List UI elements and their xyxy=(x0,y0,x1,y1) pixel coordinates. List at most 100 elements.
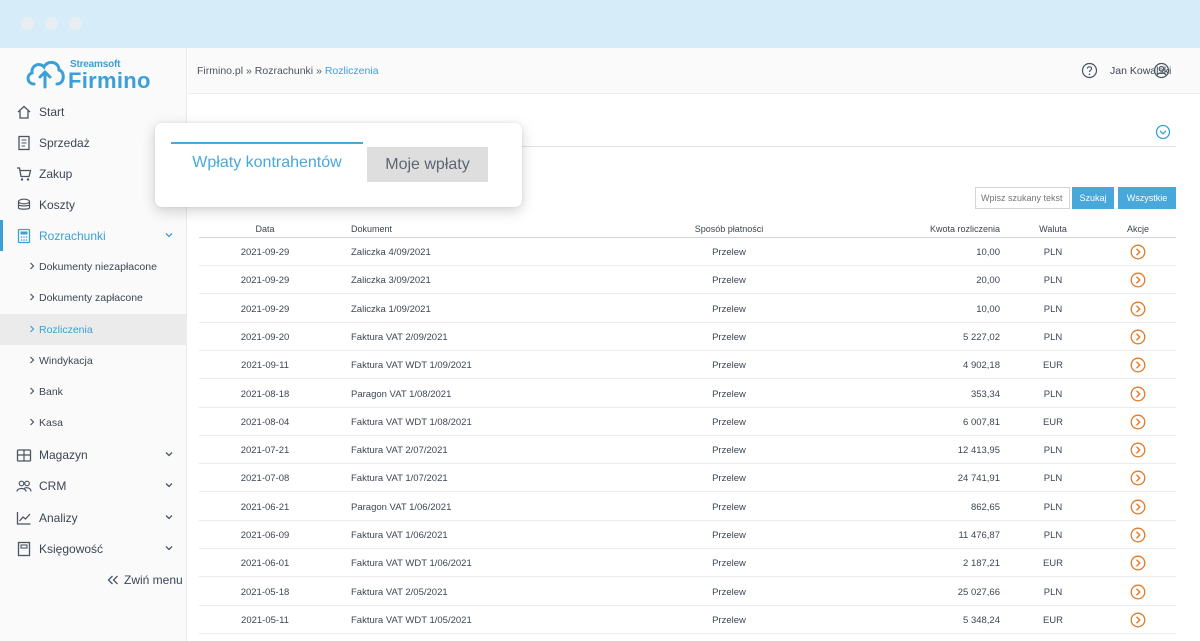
chevron-down-icon[interactable] xyxy=(164,230,174,240)
table-row[interactable]: 2021-09-11 Faktura VAT WDT 1/09/2021 Przel… xyxy=(199,351,1176,380)
chevron-down-icon[interactable] xyxy=(164,543,174,553)
help-icon[interactable] xyxy=(1081,62,1098,79)
logo[interactable]: Streamsoft Firmino xyxy=(24,54,174,94)
table-row[interactable]: 2021-06-09 Faktura VAT 1/06/2021 Przelew 11… xyxy=(199,521,1176,549)
window-titlebar xyxy=(0,0,1200,48)
chevron-down-icon[interactable] xyxy=(164,449,174,459)
cell-amount: 25 027,66 xyxy=(957,586,1000,598)
sidebar-item-magazyn[interactable]: Magazyn xyxy=(0,439,187,470)
table-row[interactable]: 2021-07-21 Faktura VAT 2/07/2021 Przelew 12… xyxy=(199,436,1176,465)
table-header: Data Dokument Sposób płatności Kwota roz… xyxy=(199,220,1176,238)
row-action-arrow-icon[interactable] xyxy=(1130,301,1146,317)
sidebar-subitem-bank[interactable]: Bank xyxy=(0,376,187,407)
tab-moje-wplaty[interactable]: Moje wpłaty xyxy=(367,147,488,182)
row-action-arrow-icon[interactable] xyxy=(1130,442,1146,458)
row-action-arrow-icon[interactable] xyxy=(1130,470,1146,486)
cell-payment: Przelew xyxy=(712,360,746,372)
table-row[interactable]: 2021-09-29 Zaliczka 1/09/2021 Przelew 10,00… xyxy=(199,295,1176,323)
chevron-down-icon[interactable] xyxy=(164,512,174,522)
chevron-right-icon xyxy=(30,356,35,364)
cell-amount: 862,65 xyxy=(970,501,1000,513)
breadcrumb-link-rozrachunki[interactable]: Rozrachunki xyxy=(255,65,313,77)
cell-payment: Przelew xyxy=(712,416,746,428)
row-action-arrow-icon[interactable] xyxy=(1130,499,1146,515)
row-action-arrow-icon[interactable] xyxy=(1130,357,1146,373)
row-action-arrow-icon[interactable] xyxy=(1130,414,1146,430)
column-header-amount[interactable]: Kwota rozliczenia xyxy=(899,224,1000,234)
window-close-dot[interactable] xyxy=(21,17,34,30)
sidebar-item-label: Księgowość xyxy=(39,542,104,556)
cell-date: 2021-06-01 xyxy=(240,558,290,570)
table-row[interactable]: 2021-09-29 Zaliczka 3/09/2021 Przelew 20,00… xyxy=(199,266,1176,295)
row-action-arrow-icon[interactable] xyxy=(1130,244,1146,260)
column-header-currency[interactable]: Waluta xyxy=(1029,224,1077,234)
row-action-arrow-icon[interactable] xyxy=(1130,584,1146,600)
sidebar-item-crm[interactable]: CRM xyxy=(0,470,187,501)
cell-document: Paragon VAT 1/08/2021 xyxy=(351,388,452,400)
cell-amount: 10,00 xyxy=(976,303,1000,315)
cell-date: 2021-09-11 xyxy=(241,360,289,372)
cell-date: 2021-05-11 xyxy=(241,614,289,626)
table-row[interactable]: 2021-06-01 Faktura VAT WDT 1/06/2021 Przel… xyxy=(199,549,1176,578)
collapse-menu-button[interactable]: Zwiń menu xyxy=(106,573,183,587)
cell-currency: PLN xyxy=(1043,388,1063,400)
cell-payment: Przelew xyxy=(712,388,746,400)
cell-payment: Przelew xyxy=(712,303,746,315)
table-row[interactable]: 2021-09-20 Faktura VAT 2/09/2021 Przelew 5 … xyxy=(199,323,1176,351)
window-minimize-dot[interactable] xyxy=(45,17,58,30)
search-button[interactable]: Szukaj xyxy=(1072,187,1114,209)
cell-document: Faktura VAT 2/05/2021 xyxy=(351,586,448,598)
column-header-document[interactable]: Dokument xyxy=(351,224,392,234)
cell-payment: Przelew xyxy=(712,530,746,541)
sidebar-subitem-dokumenty-zaplacone[interactable]: Dokumenty zapłacone xyxy=(0,282,187,313)
row-action-arrow-icon[interactable] xyxy=(1130,555,1146,571)
table-row[interactable]: 2021-06-21 Paragon VAT 1/06/2021 Przelew 86… xyxy=(199,493,1176,521)
warehouse-icon xyxy=(16,449,32,462)
table-row[interactable]: 2021-08-18 Paragon VAT 1/08/2021 Przelew 35… xyxy=(199,380,1176,408)
cell-document: Faktura VAT 2/07/2021 xyxy=(351,445,448,457)
table-row[interactable]: 2021-09-29 Zaliczka 4/09/2021 Przelew 10,00… xyxy=(199,238,1176,266)
show-all-button[interactable]: Wszystkie xyxy=(1118,187,1176,209)
table-row[interactable]: 2021-05-11 Faktura VAT WDT 1/05/2021 Przel… xyxy=(199,606,1176,634)
user-avatar-icon[interactable] xyxy=(1153,62,1170,79)
cell-date: 2021-06-21 xyxy=(240,501,290,513)
table-row[interactable]: 2021-08-04 Faktura VAT WDT 1/08/2021 Przel… xyxy=(199,408,1176,436)
cell-payment: Przelew xyxy=(712,331,746,343)
breadcrumb-link-home[interactable]: Firmino.pl xyxy=(197,65,243,77)
active-indicator xyxy=(0,220,3,251)
sidebar-item-analizy[interactable]: Analizy xyxy=(0,502,187,533)
sidebar-item-ksiegowosc[interactable]: Księgowość xyxy=(0,533,187,564)
sidebar-item-rozrachunki[interactable]: Rozrachunki xyxy=(0,220,187,251)
row-action-arrow-icon[interactable] xyxy=(1130,612,1146,628)
cell-amount: 2 187,21 xyxy=(963,558,1000,570)
cell-date: 2021-06-09 xyxy=(240,530,290,541)
expand-chevron-icon[interactable] xyxy=(1155,124,1171,140)
sidebar-subitem-rozliczenia[interactable]: Rozliczenia xyxy=(0,314,187,345)
column-header-date[interactable]: Data xyxy=(235,224,295,234)
row-action-arrow-icon[interactable] xyxy=(1130,527,1146,543)
column-header-payment[interactable]: Sposób płatności xyxy=(679,224,779,234)
sidebar-subitem-label: Bank xyxy=(39,386,63,398)
book-icon xyxy=(17,541,31,557)
table-row[interactable]: 2021-07-08 Faktura VAT 1/07/2021 Przelew 24… xyxy=(199,464,1176,493)
table-row[interactable]: 2021-05-18 Faktura VAT 2/05/2021 Przelew 25… xyxy=(199,578,1176,606)
cell-amount: 12 413,95 xyxy=(957,445,1000,457)
sidebar-item-label: Sprzedaż xyxy=(39,136,90,150)
window-maximize-dot[interactable] xyxy=(69,17,82,30)
cell-payment: Przelew xyxy=(712,558,746,570)
sidebar-subitem-dokumenty-niezaplacone[interactable]: Dokumenty niezapłacone xyxy=(0,251,187,282)
tab-wplaty-kontrahentow[interactable]: Wpłaty kontrahentów xyxy=(171,142,363,182)
chevron-down-icon[interactable] xyxy=(164,480,174,490)
row-action-arrow-icon[interactable] xyxy=(1130,272,1146,288)
row-action-arrow-icon[interactable] xyxy=(1130,386,1146,402)
cell-currency: PLN xyxy=(1043,530,1063,541)
row-action-arrow-icon[interactable] xyxy=(1130,329,1146,345)
sidebar-subitem-kasa[interactable]: Kasa xyxy=(0,407,187,438)
sidebar-subitem-windykacja[interactable]: Windykacja xyxy=(0,345,187,376)
coins-icon xyxy=(17,198,31,210)
search-input[interactable] xyxy=(975,187,1070,209)
cell-document: Faktura VAT WDT 1/08/2021 xyxy=(351,416,472,428)
breadcrumb-current: Rozliczenia xyxy=(324,65,379,77)
cell-document: Faktura VAT 1/06/2021 xyxy=(351,530,448,541)
chevron-right-icon xyxy=(30,387,35,395)
